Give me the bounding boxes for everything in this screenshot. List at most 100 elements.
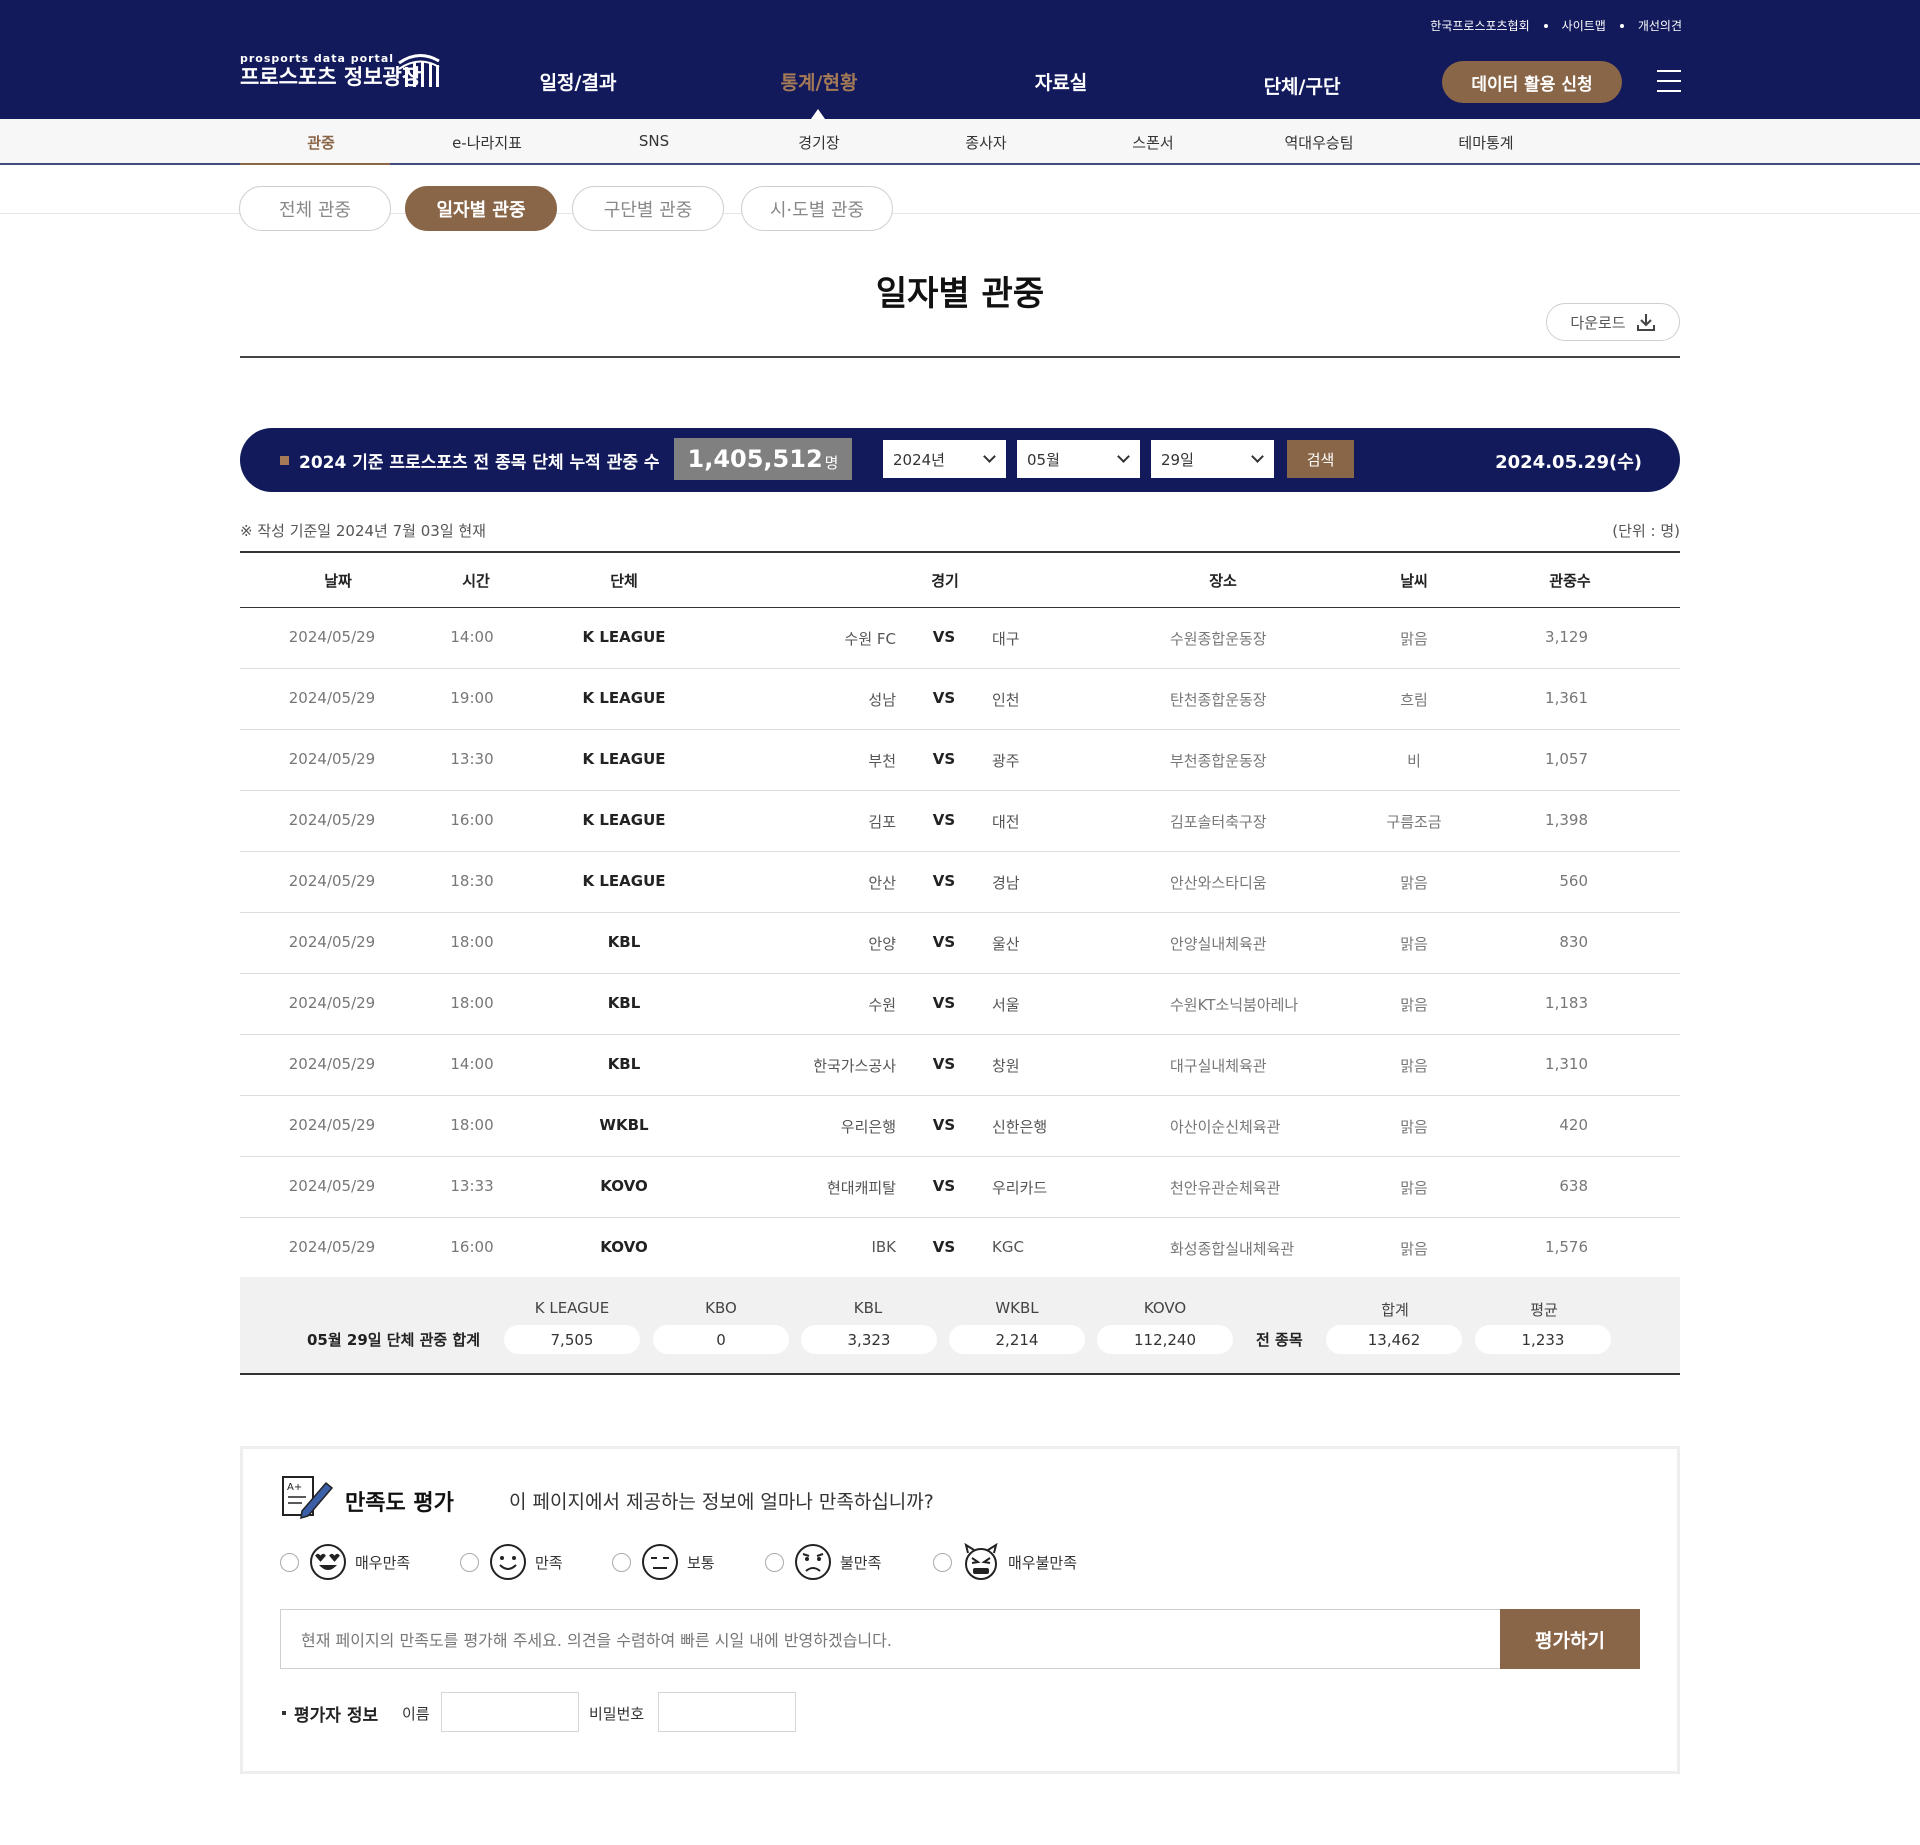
label-neutral: 보통 [687, 1553, 715, 1572]
total-sum-value: 13,462 [1326, 1325, 1462, 1354]
cell-attendance: 560 [1559, 872, 1588, 890]
data-apply-button[interactable]: 데이터 활용 신청 [1442, 61, 1622, 103]
radio-very-satisfied[interactable] [280, 1552, 299, 1572]
cell-date: 2024/05/29 [288, 628, 376, 646]
option-very-satisfied[interactable]: 매우만족 [280, 1543, 410, 1581]
evaluation-pencil-icon: A+ [282, 1476, 334, 1519]
subnav-theme-stats[interactable]: 테마통계 [1458, 132, 1513, 153]
total-kovo-label: KOVO [1143, 1299, 1187, 1317]
cell-time: 14:00 [450, 628, 494, 646]
evaluator-info-label: 평가자 정보 [294, 1706, 379, 1726]
cell-venue: 수원종합운동장 [1170, 630, 1267, 648]
password-label: 비밀번호 [589, 1705, 645, 1723]
option-dissatisfied[interactable]: 불만족 [765, 1543, 881, 1581]
subnav-stadium[interactable]: 경기장 [798, 132, 839, 153]
option-very-dissatisfied[interactable]: 매우불만족 [933, 1543, 1077, 1581]
title-divider [240, 356, 1680, 358]
radio-satisfied[interactable] [460, 1552, 479, 1572]
logo-korean: 프로스포츠 정보광장 [240, 65, 422, 89]
cell-venue: 화성종합실내체육관 [1170, 1240, 1295, 1258]
subnav-workers[interactable]: 종사자 [965, 132, 1006, 153]
download-button[interactable]: 다운로드 [1546, 303, 1680, 341]
subnav-champions[interactable]: 역대우승팀 [1284, 132, 1353, 153]
cell-time: 14:00 [450, 1055, 494, 1073]
col-attendance: 관중수 [1549, 572, 1591, 590]
cell-time: 18:00 [450, 1116, 494, 1134]
subnav-attendance[interactable]: 관중 [307, 132, 335, 153]
day-select[interactable]: 29일 [1151, 440, 1274, 478]
util-link-sitemap[interactable]: 사이트맵 [1562, 17, 1606, 34]
opinion-input[interactable]: 현재 페이지의 만족도를 평가해 주세요. 의견을 수렴하여 빠른 시일 내에 … [280, 1609, 1501, 1669]
cell-association: KBL [607, 933, 641, 951]
square-bullet-icon [280, 456, 289, 465]
table-body: 2024/05/29 14:00 K LEAGUE 수원 FC VS 대구 수원종합운동장 맑… [240, 608, 1680, 1279]
cell-home-team: IBK [871, 1238, 896, 1256]
month-select[interactable]: 05월 [1017, 440, 1140, 478]
gnb-statistics[interactable]: 통계/현황 [781, 68, 858, 95]
cell-weather: 맑음 [1400, 1118, 1428, 1136]
cell-home-team: 한국가스공사 [813, 1057, 896, 1075]
radio-dissatisfied[interactable] [765, 1552, 784, 1572]
total-avg-label: 평균 [1530, 1301, 1558, 1319]
cell-time: 18:00 [450, 933, 494, 951]
total-kbl-label: KBL [853, 1299, 883, 1317]
cell-away-team: 울산 [992, 935, 1020, 953]
radio-very-dissatisfied[interactable] [933, 1552, 952, 1572]
cell-venue: 대구실내체육관 [1170, 1057, 1267, 1075]
heart-eyes-face-icon [310, 1544, 346, 1580]
cell-home-team: 안양 [868, 935, 896, 953]
cell-weather: 맑음 [1400, 874, 1428, 892]
tab-total-attendance[interactable]: 전체 관중 [239, 186, 391, 231]
table-header: 날짜 시간 단체 경기 장소 날씨 관중수 [240, 553, 1680, 608]
cell-venue: 김포솔터축구장 [1170, 813, 1267, 831]
cell-attendance: 1,183 [1545, 994, 1588, 1012]
tab-daily-attendance[interactable]: 일자별 관중 [405, 186, 557, 231]
cell-vs: VS [932, 1055, 956, 1073]
cell-weather: 구름조금 [1386, 813, 1442, 831]
radio-neutral[interactable] [612, 1552, 631, 1572]
totals-label: 05월 29일 단체 관중 합계 [307, 1331, 481, 1349]
util-link-association[interactable]: 한국프로스포츠협회 [1430, 17, 1529, 34]
svg-text:A+: A+ [287, 1482, 302, 1493]
util-link-feedback[interactable]: 개선의견 [1638, 17, 1682, 34]
attendance-table: 날짜 시간 단체 경기 장소 날씨 관중수 2024/05/29 14:00 K L… [240, 551, 1680, 1279]
total-wkbl-value: 2,214 [949, 1325, 1085, 1354]
subnav-sns[interactable]: SNS [639, 132, 669, 150]
password-input[interactable] [658, 1692, 796, 1732]
search-button[interactable]: 검색 [1287, 440, 1354, 478]
subnav-e-indicator[interactable]: e-나라지표 [452, 132, 522, 153]
neutral-face-icon [642, 1544, 678, 1580]
reference-date-note: ※ 작성 기준일 2024년 7월 03일 현재 [240, 522, 486, 540]
download-label: 다운로드 [1570, 313, 1626, 332]
cell-away-team: 대구 [992, 630, 1020, 648]
cell-association: K LEAGUE [582, 872, 666, 890]
name-input[interactable] [441, 1692, 579, 1732]
gnb-schedule[interactable]: 일정/결과 [540, 68, 617, 95]
table-row: 2024/05/29 18:00 WKBL 우리은행 VS 신한은행 아산이순신체육관 맑음 4… [240, 1096, 1680, 1157]
year-select-value: 2024년 [893, 450, 945, 469]
submit-evaluation-button[interactable]: 평가하기 [1500, 1609, 1640, 1669]
chevron-down-icon [1117, 450, 1130, 463]
gnb-archive[interactable]: 자료실 [1035, 68, 1087, 95]
cell-date: 2024/05/29 [288, 994, 376, 1012]
tab-club-attendance[interactable]: 구단별 관중 [572, 186, 724, 231]
tab-region-attendance[interactable]: 시·도별 관중 [741, 186, 893, 231]
chevron-down-icon [983, 450, 996, 463]
cell-date: 2024/05/29 [288, 1238, 376, 1256]
cell-away-team: 서울 [992, 996, 1020, 1014]
cumulative-label: 2024 기준 프로스포츠 전 종목 단체 누적 관중 수 [299, 453, 660, 473]
site-logo[interactable]: prosports data portal 프로스포츠 정보광장 [240, 53, 440, 89]
subnav-sponsor[interactable]: 스폰서 [1132, 132, 1173, 153]
cell-vs: VS [932, 750, 956, 768]
day-select-value: 29일 [1161, 450, 1194, 469]
option-satisfied[interactable]: 만족 [460, 1543, 563, 1581]
cell-away-team: KGC [992, 1238, 1024, 1256]
total-kleague-value: 7,505 [504, 1325, 640, 1354]
cell-vs: VS [932, 1177, 956, 1195]
separator-dot [1543, 23, 1548, 28]
hamburger-menu-icon[interactable] [1657, 70, 1681, 92]
cell-vs: VS [932, 689, 956, 707]
gnb-organizations[interactable]: 단체/구단 [1264, 72, 1341, 99]
option-neutral[interactable]: 보통 [612, 1543, 715, 1581]
year-select[interactable]: 2024년 [883, 440, 1006, 478]
